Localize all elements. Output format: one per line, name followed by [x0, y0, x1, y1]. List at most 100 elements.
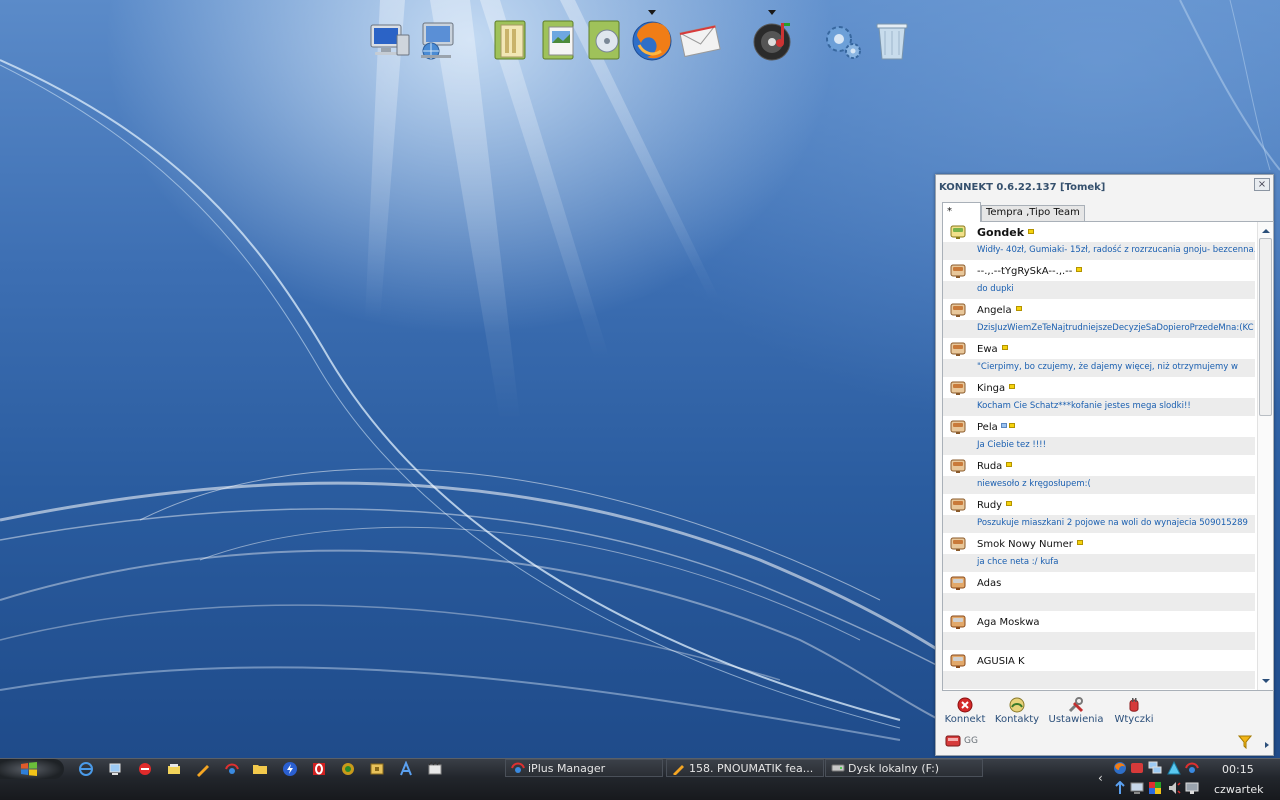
warning-tray-icon[interactable] [1167, 761, 1181, 775]
settings-gear-icon[interactable] [818, 14, 866, 66]
tab-all[interactable]: * [942, 202, 981, 222]
taskbar: iPlus Manager 158. PNOUMATIK fea... Dysk… [0, 758, 1280, 800]
scrollbar-thumb[interactable] [1259, 238, 1272, 416]
font-quicklaunch-icon[interactable] [396, 759, 416, 779]
ustawienia-button[interactable]: Ustawienia [1048, 697, 1104, 729]
taskbar-item-dysk-lokalny[interactable]: Dysk lokalny (F:) [825, 759, 983, 777]
opera-quicklaunch-icon[interactable] [309, 759, 329, 779]
clock-time[interactable]: 00:15 [1222, 763, 1254, 776]
taskbar-item-pnoumatik[interactable]: 158. PNOUMATIK fea... [666, 759, 824, 777]
my-computer-icon[interactable] [366, 14, 414, 66]
folder-quicklaunch-icon[interactable] [250, 759, 270, 779]
monitor-tray-icon[interactable] [1185, 781, 1199, 795]
scroll-up-arrow-icon[interactable] [1260, 226, 1272, 236]
security-tray-icon[interactable] [1148, 781, 1162, 795]
status-flag-icon [1028, 229, 1035, 234]
dock-running-indicator [768, 10, 776, 15]
close-button[interactable]: × [1254, 178, 1270, 191]
contact-status-icon [950, 342, 966, 356]
contact-name: Aga Moskwa [977, 617, 1040, 628]
konnekt-menu-label: Konnekt [944, 714, 986, 725]
video-quicklaunch-icon[interactable] [425, 759, 445, 779]
konnekt-menu-button[interactable]: Konnekt [944, 697, 986, 729]
status-flag-icon [1009, 384, 1016, 389]
ustawienia-label: Ustawienia [1048, 714, 1104, 725]
pictures-folder-icon[interactable] [536, 14, 584, 66]
contact-description: Widły- 40zł, Gumiaki- 15zł, radość z roz… [943, 242, 1255, 260]
contact-status-icon [950, 537, 966, 551]
network-tray-icon[interactable] [1148, 761, 1162, 775]
contact-row[interactable]: Pela Ja Ciebie tez !!!! [943, 417, 1255, 456]
taskbar-item-label: iPlus Manager [528, 762, 606, 775]
contact-name-row: Pela [943, 417, 1255, 437]
contact-name-row: Aga Moskwa [943, 612, 1255, 632]
scrollbar[interactable] [1257, 222, 1273, 690]
scroll-down-arrow-icon[interactable] [1260, 676, 1272, 686]
taskbar-item-label: Dysk lokalny (F:) [848, 762, 940, 775]
contact-row[interactable]: Adas [943, 573, 1255, 612]
gadu-quicklaunch-icon[interactable] [280, 759, 300, 779]
contact-status-icon [950, 498, 966, 512]
contact-status-icon [950, 615, 966, 629]
gg-tray-icon[interactable] [1130, 761, 1144, 775]
archive-quicklaunch-icon[interactable] [367, 759, 387, 779]
contact-row[interactable]: Angela DzisJuzWiemZeTeNajtrudniejszeDecyz… [943, 300, 1255, 339]
contact-row[interactable]: Aga Moskwa [943, 612, 1255, 651]
contact-name: --.,.--tYgRySkA--.,.-- [977, 266, 1073, 277]
contact-name-row: --.,.--tYgRySkA--.,.-- [943, 261, 1255, 281]
contact-row[interactable]: Smok Nowy Numer ja chce neta :/ kufa [943, 534, 1255, 573]
konnekt-logo-icon [957, 697, 973, 713]
stop-quicklaunch-icon[interactable] [135, 759, 155, 779]
contact-row[interactable]: --.,.--tYgRySkA--.,.-- do dupki [943, 261, 1255, 300]
description-flag-icon [1000, 423, 1007, 428]
music-folder-icon[interactable] [582, 14, 630, 66]
more-arrow-icon[interactable] [1264, 741, 1270, 749]
media-player-icon[interactable] [748, 10, 796, 66]
status-flag-icon [1006, 462, 1013, 467]
iplus-tray-icon[interactable] [1185, 761, 1199, 775]
usb-tray-icon[interactable] [1113, 781, 1127, 795]
ie-quicklaunch-icon[interactable] [76, 759, 96, 779]
tray-expand-arrow[interactable]: ‹ [1098, 771, 1103, 785]
contact-description: Poszukuje miaszkani 2 pojowe na woli do … [943, 515, 1255, 533]
contact-row[interactable]: Ruda niewesoło z kręgosłupem:( [943, 456, 1255, 495]
contact-row[interactable]: Ewa "Cierpimy, bo czujemy, że dajemy więc… [943, 339, 1255, 378]
contact-name-row: Rudy [943, 495, 1255, 515]
contact-row[interactable]: Rudy Poszukuje miaszkani 2 pojowe na woli… [943, 495, 1255, 534]
kontakty-label: Kontakty [994, 714, 1040, 725]
network-icon[interactable] [412, 14, 460, 66]
status-flag-icon [1008, 423, 1015, 428]
winamp-quicklaunch-icon[interactable] [338, 759, 358, 779]
contact-description: Kocham Cie Schatz***kofanie jestes mega … [943, 398, 1255, 416]
volume-tray-icon[interactable] [1167, 781, 1181, 795]
start-button[interactable] [0, 759, 64, 779]
wtyczki-button[interactable]: Wtyczki [1112, 697, 1156, 729]
recycle-bin-icon[interactable] [868, 14, 916, 66]
contact-row[interactable]: Gondek Widły- 40zł, Gumiaki- 15zł, radość… [943, 222, 1255, 261]
contact-row[interactable]: AGUSIA K [943, 651, 1255, 690]
pencil-quicklaunch-icon[interactable] [193, 759, 213, 779]
contact-row[interactable]: Kinga Kocham Cie Schatz***kofanie jestes … [943, 378, 1255, 417]
gg-status-label: GG [964, 736, 978, 746]
network-quicklaunch-icon[interactable] [105, 759, 125, 779]
contact-name-row: Kinga [943, 378, 1255, 398]
taskbar-item-label: 158. PNOUMATIK fea... [689, 762, 814, 775]
documents-folder-icon[interactable] [488, 14, 536, 66]
contact-name: Rudy [977, 500, 1003, 511]
kontakty-button[interactable]: Kontakty [994, 697, 1040, 729]
contact-status-icon [950, 264, 966, 278]
display-tray-icon[interactable] [1130, 781, 1144, 795]
contact-name-row: Adas [943, 573, 1255, 593]
filter-icon[interactable] [1238, 735, 1252, 749]
files-quicklaunch-icon[interactable] [164, 759, 184, 779]
contact-name: Angela [977, 305, 1012, 316]
mail-icon[interactable] [676, 14, 724, 66]
taskbar-item-iplus-manager[interactable]: iPlus Manager [505, 759, 663, 777]
tab-tempra-tipo-team[interactable]: Tempra ,Tipo Team [981, 205, 1085, 221]
contact-name: Ewa [977, 344, 998, 355]
status-flag-icon [1006, 501, 1013, 506]
iplus-quicklaunch-icon[interactable] [222, 759, 242, 779]
firefox-tray-icon[interactable] [1113, 761, 1127, 775]
firefox-icon[interactable] [628, 10, 676, 66]
contact-description: ja chce neta :/ kufa [943, 554, 1255, 572]
